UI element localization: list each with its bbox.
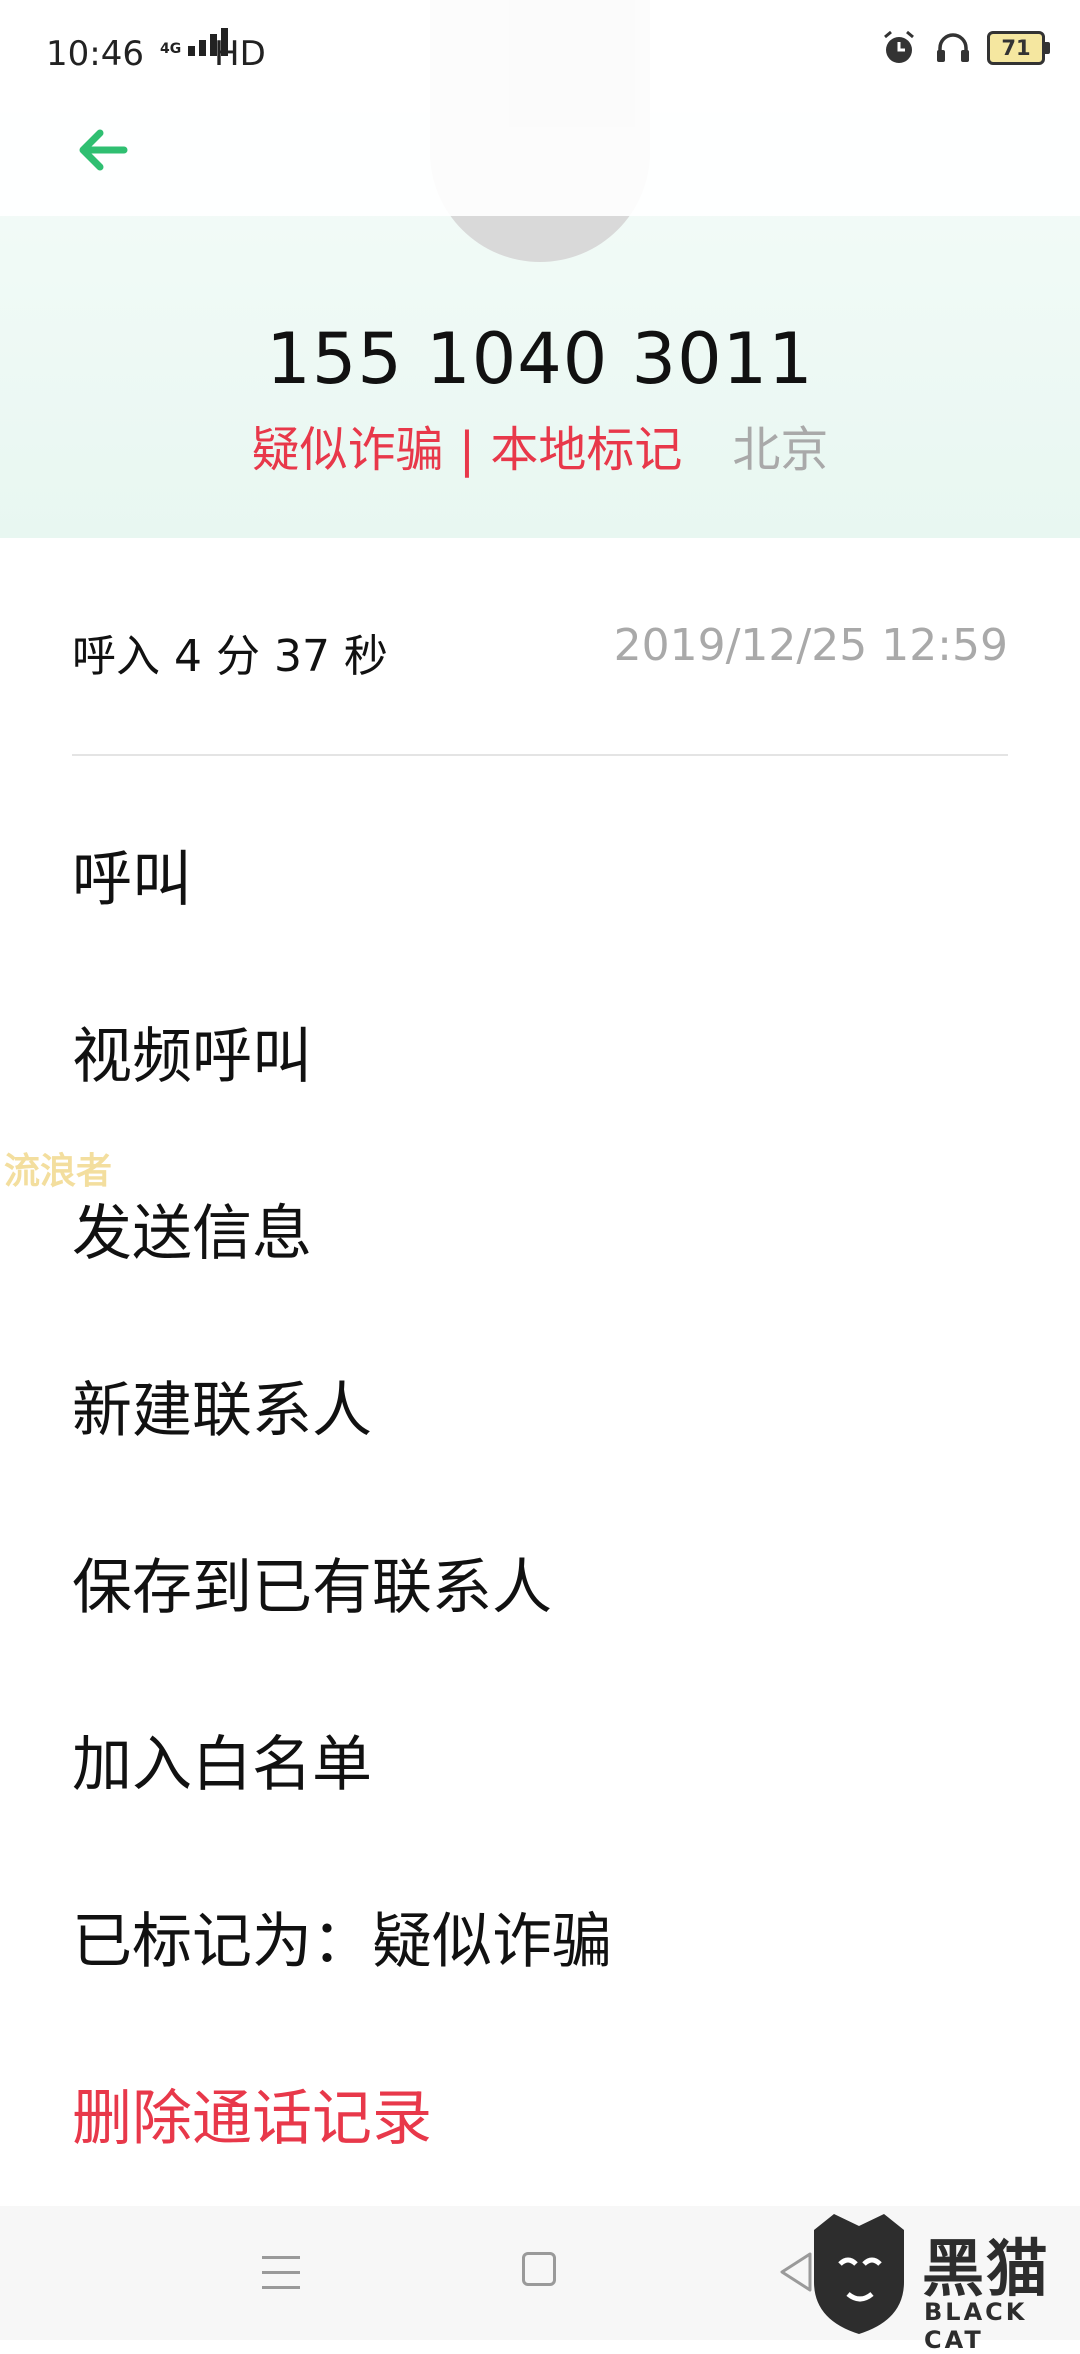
cat-shield-icon bbox=[814, 2214, 904, 2334]
marked-as-button[interactable]: 已标记为：疑似诈骗 bbox=[0, 1854, 1080, 2031]
logo-text: 黑猫 bbox=[922, 2232, 1051, 2305]
hd-indicator: HD bbox=[214, 34, 266, 74]
add-to-whitelist-button[interactable]: 加入白名单 bbox=[0, 1677, 1080, 1854]
call-datetime: 2019/12/25 12:59 bbox=[613, 620, 1008, 671]
battery-level: 71 bbox=[987, 31, 1045, 65]
contact-header: 10:46 4G HD 71 155 1040 3011 疑似诈骗 | 本地标记… bbox=[0, 0, 1080, 538]
battery-icon: 71 bbox=[987, 31, 1050, 65]
arrow-left-icon[interactable] bbox=[72, 120, 132, 180]
logo-subtext: BLACK CAT bbox=[924, 2298, 1028, 2354]
call-record: 呼入 4 分 37 秒 2019/12/25 12:59 bbox=[72, 620, 1008, 690]
delete-call-record-button[interactable]: 删除通话记录 bbox=[0, 2031, 1080, 2208]
watermark: 流浪者 bbox=[4, 1151, 113, 1192]
network-type: 4G bbox=[160, 41, 182, 57]
action-menu: 呼叫 视频呼叫 发送信息 新建联系人 保存到已有联系人 加入白名单 已标记为：疑… bbox=[0, 792, 1080, 2208]
fraud-tag: 疑似诈骗 | 本地标记 bbox=[251, 422, 683, 478]
number-tags: 疑似诈骗 | 本地标记 北京 bbox=[0, 410, 1080, 480]
divider bbox=[72, 754, 1008, 756]
black-cat-logo: 黑猫 BLACK CAT bbox=[800, 2212, 1080, 2354]
call-type-duration: 呼入 4 分 37 秒 bbox=[72, 631, 388, 682]
location-label: 北京 bbox=[732, 422, 829, 478]
status-bar: 10:46 4G HD 71 bbox=[0, 0, 1080, 108]
video-call-button[interactable]: 视频呼叫 bbox=[0, 969, 1080, 1146]
new-contact-button[interactable]: 新建联系人 bbox=[0, 1323, 1080, 1500]
alarm-icon bbox=[884, 30, 914, 63]
headset-icon bbox=[937, 33, 969, 62]
status-time: 10:46 bbox=[46, 34, 144, 74]
save-to-existing-contact-button[interactable]: 保存到已有联系人 bbox=[0, 1500, 1080, 1677]
send-message-button[interactable]: 发送信息 bbox=[0, 1146, 1080, 1323]
menu-icon[interactable] bbox=[262, 2256, 300, 2290]
home-icon[interactable] bbox=[522, 2252, 556, 2286]
call-button[interactable]: 呼叫 bbox=[0, 792, 1080, 969]
phone-number: 155 1040 3011 bbox=[266, 318, 814, 400]
